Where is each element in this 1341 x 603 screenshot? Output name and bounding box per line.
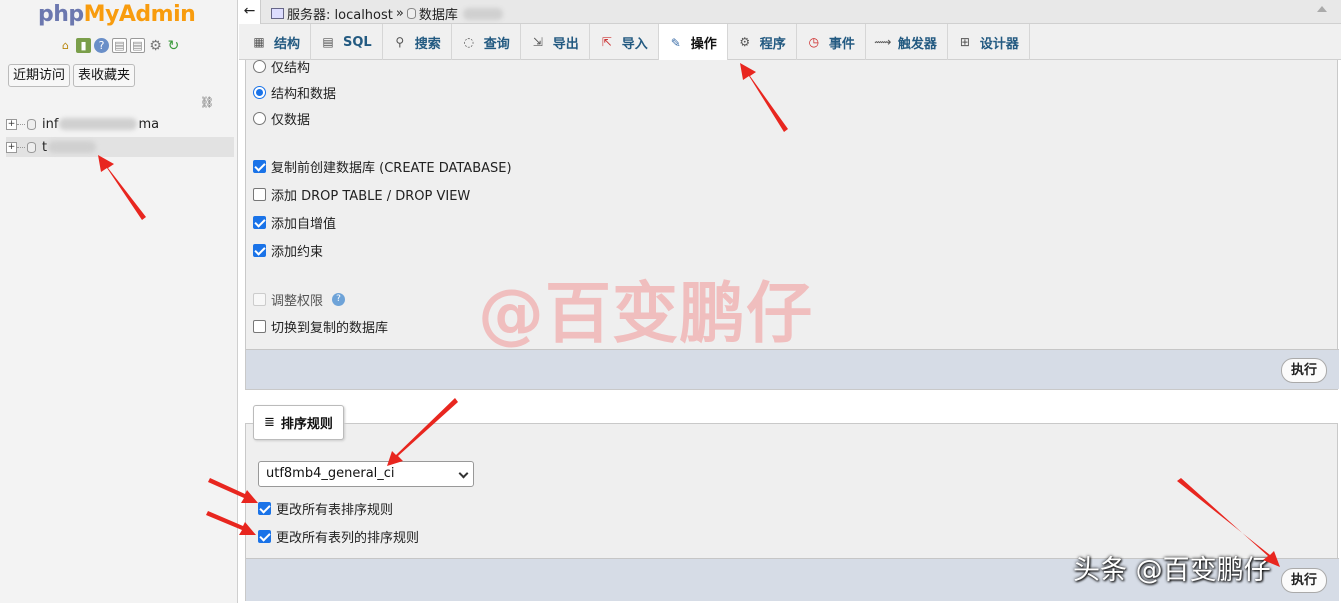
link-icon[interactable]: ⛓ [200, 96, 214, 109]
checkbox-switch-to-copied-db[interactable]: 切换到复制的数据库 [253, 317, 388, 336]
checkbox[interactable] [253, 188, 266, 201]
help-icon[interactable]: ? [332, 293, 346, 306]
reload-icon[interactable]: ↻ [166, 38, 181, 53]
sql-icon: ▤ [322, 35, 334, 49]
checkbox[interactable] [253, 320, 266, 333]
collation-select[interactable]: utf8mb4_general_ci [258, 461, 474, 487]
exit-icon[interactable]: ▮ [76, 38, 91, 53]
top-bar: ← 服务器: localhost » 数据库 [239, 0, 1341, 24]
database-item-selected[interactable]: + t [6, 137, 234, 157]
wrench-icon: ✎ [670, 35, 681, 50]
checkbox[interactable] [253, 244, 266, 257]
tab-operations[interactable]: ✎ 操作 [658, 24, 728, 61]
database-name[interactable]: t [42, 140, 47, 155]
gear-icon[interactable]: ⚙ [148, 38, 163, 53]
checkbox [253, 293, 266, 306]
radio-structure-and-data[interactable]: 结构和数据 [253, 83, 336, 102]
query-icon: ◌ [463, 35, 474, 49]
help-icon[interactable]: ? [94, 38, 109, 53]
database-icon [27, 118, 36, 130]
blurred-text [59, 118, 138, 130]
breadcrumb-server[interactable]: 服务器: localhost [287, 4, 393, 23]
radio-button[interactable] [253, 86, 266, 99]
radio-data-only[interactable]: 仅数据 [253, 109, 310, 128]
phpmyadmin-logo[interactable]: phpMyAdmin [38, 2, 196, 27]
docs-icon[interactable]: ▤ [112, 38, 127, 53]
checkbox-adjust-privileges: 调整权限? [253, 290, 346, 309]
tab-events[interactable]: ◷ 事件 [797, 24, 866, 60]
tab-export[interactable]: ⇲ 导出 [521, 24, 590, 60]
chevron-down-icon [458, 468, 469, 479]
import-icon: ⇱ [601, 35, 612, 49]
checkbox-drop-table[interactable]: 添加 DROP TABLE / DROP VIEW [253, 185, 470, 204]
nav-icon-bar: ⌂ ▮ ? ▤ ▤ ⚙ ↻ [58, 38, 181, 53]
database-icon [406, 8, 416, 19]
database-item-information-schema[interactable]: + inf ma [6, 114, 159, 134]
tab-routines[interactable]: ⚙ 程序 [728, 24, 797, 60]
list-icon: ≣ [264, 415, 275, 430]
radio-structure-only[interactable]: 仅结构 [253, 57, 310, 76]
clock-icon: ◷ [808, 35, 820, 49]
structure-icon: ▦ [253, 35, 265, 49]
routines-icon: ⚙ [739, 35, 751, 49]
execute-button[interactable]: 执行 [1280, 568, 1327, 593]
blurred-text [48, 141, 97, 153]
checkbox[interactable] [253, 216, 266, 229]
phpmyadmin-window: phpMyAdmin ⌂ ▮ ? ▤ ▤ ⚙ ↻ 近期访问 表收藏夹 ⛓ + i… [0, 0, 1341, 603]
blurred-text [462, 7, 503, 20]
tab-query[interactable]: ◌ 查询 [452, 24, 521, 60]
execute-button[interactable]: 执行 [1280, 358, 1327, 383]
tab-import[interactable]: ⇱ 导入 [590, 24, 659, 60]
docs-icon[interactable]: ▤ [130, 38, 145, 53]
collation-legend: ≣ 排序规则 [253, 405, 344, 440]
expand-icon[interactable]: + [6, 141, 17, 153]
checkbox-create-database[interactable]: 复制前创建数据库 (CREATE DATABASE) [253, 157, 512, 176]
navigation-panel: phpMyAdmin ⌂ ▮ ? ▤ ▤ ⚙ ↻ 近期访问 表收藏夹 ⛓ + i… [0, 0, 238, 603]
scroll-up-icon[interactable] [1301, 0, 1341, 22]
tab-triggers[interactable]: ⟿ 触发器 [866, 24, 948, 60]
checkbox-change-all-columns[interactable]: 更改所有表列的排序规则 [258, 527, 419, 546]
radio-button[interactable] [253, 112, 266, 125]
database-icon [27, 141, 36, 153]
checkbox-auto-increment[interactable]: 添加自增值 [253, 213, 336, 232]
watermark-corner: 头条 @百变鹏仔 [1073, 555, 1271, 586]
search-icon: ⚲ [395, 35, 405, 49]
recent-tables-button[interactable]: 近期访问 [8, 64, 71, 87]
export-icon: ⇲ [532, 35, 543, 49]
breadcrumb: 服务器: localhost » 数据库 [271, 4, 503, 23]
checkbox[interactable] [258, 502, 271, 515]
breadcrumb-database[interactable]: 数据库 [419, 4, 458, 23]
checkbox-constraints[interactable]: 添加约束 [253, 241, 323, 260]
tab-designer[interactable]: ⊞ 设计器 [948, 24, 1030, 60]
database-name[interactable]: inf [42, 117, 58, 132]
radio-button[interactable] [253, 60, 266, 73]
server-icon [271, 8, 284, 19]
database-name-suffix: ma [138, 116, 160, 132]
tab-bar: ▦ 结构 ▤ SQL ⚲ 搜索 ◌ 查询 ⇲ 导出 ⇱ 导入 ✎ 操作 ⚙ 程序 ◷ 事件 ⟿ 触发… [239, 24, 1341, 61]
checkbox-change-all-tables[interactable]: 更改所有表排序规则 [258, 499, 393, 518]
breadcrumb-separator: » [395, 6, 404, 21]
checkbox[interactable] [258, 530, 271, 543]
tab-sql[interactable]: ▤ SQL [311, 24, 383, 60]
tab-structure[interactable]: ▦ 结构 [242, 24, 312, 60]
watermark: @百变鹏仔 [478, 275, 813, 352]
collapse-nav-button[interactable]: ← [239, 0, 261, 24]
home-icon[interactable]: ⌂ [58, 38, 73, 53]
favorite-tables-button[interactable]: 表收藏夹 [73, 64, 136, 87]
trigger-icon: ⟿ [874, 35, 892, 49]
designer-icon: ⊞ [959, 35, 970, 49]
tab-search[interactable]: ⚲ 搜索 [383, 24, 452, 60]
checkbox[interactable] [253, 160, 266, 173]
expand-icon[interactable]: + [6, 118, 17, 130]
